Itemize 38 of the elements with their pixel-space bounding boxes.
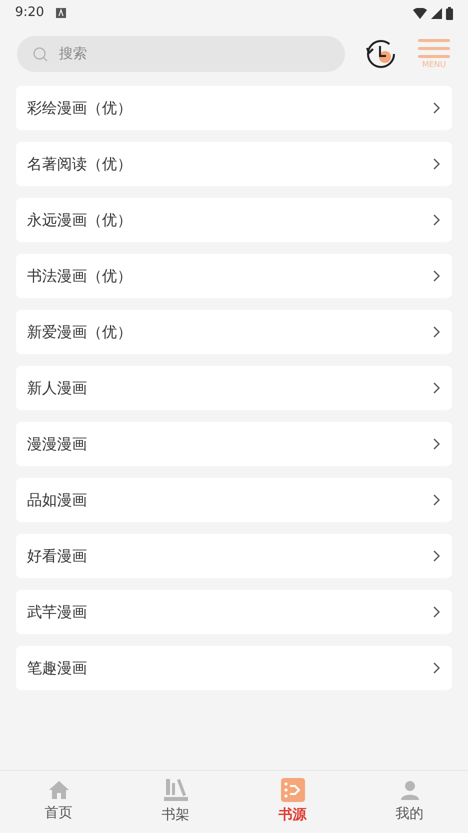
- nav-tab[interactable]: 首页: [0, 771, 117, 833]
- chevron-right-icon: [433, 550, 440, 562]
- history-button[interactable]: [365, 38, 397, 70]
- chevron-right-icon: [433, 494, 440, 506]
- home-icon: [48, 780, 70, 800]
- nav-tab[interactable]: 书架: [117, 771, 234, 833]
- chevron-right-icon: [433, 438, 440, 450]
- source-item[interactable]: 新爱漫画（优）: [16, 310, 452, 354]
- chevron-right-icon: [433, 214, 440, 226]
- signal-icon: [431, 8, 442, 18]
- search-field[interactable]: 搜索: [17, 36, 345, 72]
- source-item[interactable]: 品如漫画: [16, 478, 452, 522]
- chevron-right-icon: [433, 662, 440, 674]
- source-item[interactable]: 笔趣漫画: [16, 646, 452, 690]
- chevron-right-icon: [433, 382, 440, 394]
- wifi-icon: [413, 8, 427, 18]
- nav-tab[interactable]: 书源: [234, 771, 351, 833]
- chevron-right-icon: [433, 326, 440, 338]
- source-item[interactable]: 名著阅读（优）: [16, 142, 452, 186]
- source-item[interactable]: 武芊漫画: [16, 590, 452, 634]
- nav-tab[interactable]: 我的: [351, 771, 468, 833]
- notification-icon: [56, 8, 66, 18]
- chevron-right-icon: [433, 270, 440, 282]
- source-item[interactable]: 好看漫画: [16, 534, 452, 578]
- source-icon: [280, 778, 304, 802]
- person-icon: [398, 779, 420, 801]
- source-item[interactable]: 漫漫漫画: [16, 422, 452, 466]
- chevron-right-icon: [433, 102, 440, 114]
- chevron-right-icon: [433, 158, 440, 170]
- source-item[interactable]: 书法漫画（优）: [16, 254, 452, 298]
- chevron-right-icon: [433, 606, 440, 618]
- battery-icon: [446, 6, 453, 20]
- source-item[interactable]: 永远漫画（优）: [16, 198, 452, 242]
- bookshelf-icon: [162, 778, 188, 802]
- source-item[interactable]: 新人漫画: [16, 366, 452, 410]
- status-time: 9:20: [15, 4, 44, 22]
- search-icon: [33, 47, 48, 62]
- source-item[interactable]: 彩绘漫画（优）: [16, 86, 452, 130]
